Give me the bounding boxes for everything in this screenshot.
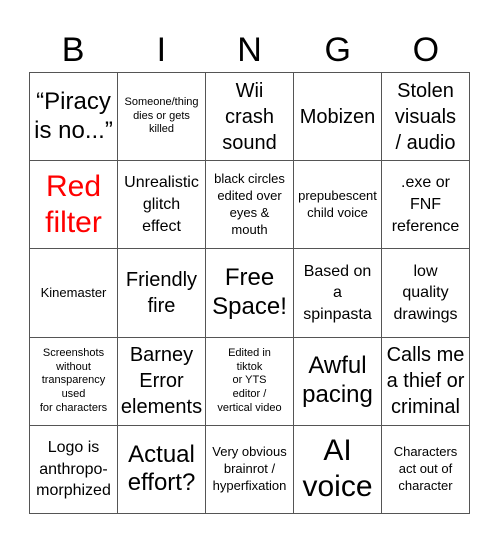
header-letter-n: N [237,31,262,69]
bingo-cell[interactable]: AI voice [294,425,382,514]
bingo-cell[interactable]: Friendly fire [118,249,206,338]
bingo-cell[interactable]: Based on a spinpasta [294,249,382,338]
bingo-cell-text: Stolen visuals / audio [394,79,457,154]
bingo-cell[interactable]: Wii crash sound [206,73,294,162]
bingo-cell[interactable]: “Piracy is no...” [30,73,118,162]
header-letter-i: I [156,31,167,69]
bingo-cell[interactable]: Actual effort? [118,425,206,514]
bingo-cell-text: Characters act out of character [393,444,458,493]
bingo-cell[interactable]: Unrealistic glitch effect [118,161,206,250]
bingo-cell-text: Mobizen [299,105,376,128]
header-letter-g: G [324,31,351,69]
bingo-cell-text: Very obvious brainrot / hyperfixation [212,444,287,493]
bingo-cell-text: Barney Error elements [120,344,203,419]
bingo-cell-text: Actual effort? [127,440,196,497]
bingo-cell[interactable]: Logo is anthropo- morphized [30,425,118,514]
bingo-cell-text: Unrealistic glitch effect [124,174,199,235]
bingo-cell[interactable]: Characters act out of character [382,425,470,514]
bingo-cell-text: Free Space! [212,264,287,320]
bingo-cell-text: low quality drawings [393,262,458,323]
bingo-cell[interactable]: Stolen visuals / audio [382,73,470,162]
bingo-cell[interactable]: Someone/thing dies or gets killed [118,73,206,162]
bingo-cell[interactable]: Screenshots without transparency used fo… [30,337,118,426]
bingo-cell-text: AI voice [302,434,373,504]
bingo-cell[interactable]: Mobizen [294,73,382,162]
bingo-cell-text: black circles edited over eyes & mouth [214,171,285,237]
bingo-cell-text: Edited in tiktok or YTS editor / vertica… [217,346,282,414]
bingo-cell[interactable]: black circles edited over eyes & mouth [206,161,294,250]
bingo-cell-text: Kinemaster [40,284,107,300]
header-letter-b: B [61,31,85,69]
bingo-cell[interactable]: low quality drawings [382,249,470,338]
bingo-cell-text: Wii crash sound [222,79,277,154]
bingo-cell-text: Red filter [45,169,102,239]
bingo-cell-text: Friendly fire [125,268,198,317]
bingo-cell[interactable]: .exe or FNF reference [382,161,470,250]
bingo-cell-text: .exe or FNF reference [391,174,460,235]
bingo-cell-text: “Piracy is no...” [34,87,113,144]
header-letter-o: O [412,31,440,69]
bingo-cell-text: Based on a spinpasta [303,262,372,323]
bingo-cell[interactable]: Barney Error elements [118,337,206,426]
bingo-cell[interactable]: Awful pacing [294,337,382,426]
bingo-cell[interactable]: Edited in tiktok or YTS editor / vertica… [206,337,294,426]
bingo-cell-text: prepubescent child voice [298,187,377,220]
bingo-cell-text: Calls me a thief or criminal [386,344,465,419]
bingo-header: B I N G O [29,28,470,72]
bingo-cell[interactable]: Red filter [30,161,118,250]
bingo-grid: “Piracy is no...” Someone/thing dies or g… [29,72,470,514]
bingo-cell-text: Logo is anthropo- morphized [36,439,111,500]
bingo-cell-text: Awful pacing [302,352,373,409]
bingo-cell[interactable]: Free Space! [206,249,294,338]
bingo-cell-text: Screenshots without transparency used fo… [39,346,108,414]
bingo-cell[interactable]: Calls me a thief or criminal [382,337,470,426]
bingo-cell[interactable]: Very obvious brainrot / hyperfixation [206,425,294,514]
bingo-cell[interactable]: Kinemaster [30,249,118,338]
bingo-cell-text: Someone/thing dies or gets killed [124,95,199,136]
bingo-cell[interactable]: prepubescent child voice [294,161,382,250]
